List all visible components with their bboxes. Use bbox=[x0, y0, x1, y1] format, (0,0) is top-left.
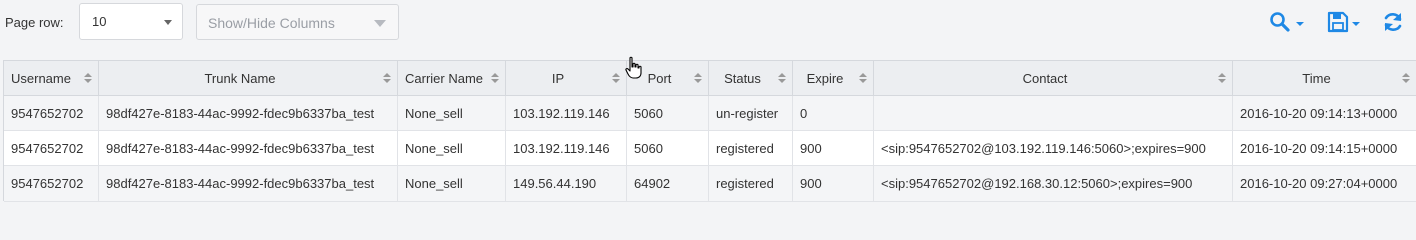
cell-username: 9547652702 bbox=[4, 131, 99, 166]
hand-cursor-icon bbox=[625, 56, 642, 79]
sort-icon[interactable] bbox=[1402, 73, 1410, 84]
column-header-contact[interactable]: Contact bbox=[874, 61, 1233, 96]
page-row-select[interactable]: 10 bbox=[79, 3, 183, 40]
column-header-status[interactable]: Status bbox=[709, 61, 793, 96]
cell-contact: <sip:9547652702@103.192.119.146:5060>;ex… bbox=[874, 131, 1233, 166]
chevron-down-icon bbox=[1352, 22, 1360, 26]
table-row[interactable]: 9547652702 98df427e-8183-44ac-9992-fdec9… bbox=[4, 131, 1416, 166]
refresh-icon bbox=[1384, 13, 1402, 31]
refresh-button[interactable] bbox=[1381, 10, 1405, 34]
sort-icon[interactable] bbox=[84, 73, 92, 84]
page-row-value: 10 bbox=[92, 14, 107, 29]
column-header-label: Carrier Name bbox=[405, 71, 484, 86]
chevron-down-icon bbox=[374, 20, 386, 27]
cell-trunk-name: 98df427e-8183-44ac-9992-fdec9b6337ba_tes… bbox=[99, 131, 398, 166]
column-header-trunk-name[interactable]: Trunk Name bbox=[99, 61, 398, 96]
sort-icon[interactable] bbox=[491, 73, 499, 84]
cell-carrier-name: None_sell bbox=[398, 96, 506, 131]
column-header-label: Trunk Name bbox=[204, 71, 276, 86]
registration-table: Username Trunk Name Carrier Name IP Port… bbox=[3, 60, 1416, 202]
sort-icon[interactable] bbox=[383, 73, 391, 84]
cell-carrier-name: None_sell bbox=[398, 131, 506, 166]
table-row[interactable]: 9547652702 98df427e-8183-44ac-9992-fdec9… bbox=[4, 166, 1416, 202]
cell-contact bbox=[874, 96, 1233, 131]
export-button[interactable] bbox=[1326, 10, 1362, 34]
cell-expire: 0 bbox=[793, 96, 874, 131]
show-hide-columns-placeholder: Show/Hide Columns bbox=[208, 15, 335, 31]
column-header-time[interactable]: Time bbox=[1233, 61, 1416, 96]
cell-time: 2016-10-20 09:14:15+0000 bbox=[1233, 131, 1416, 166]
column-header-label: Contact bbox=[1022, 71, 1068, 86]
cell-ip: 103.192.119.146 bbox=[506, 131, 627, 166]
column-header-label: IP bbox=[551, 71, 565, 86]
cell-status: un-register bbox=[709, 96, 793, 131]
cell-port: 64902 bbox=[627, 166, 709, 202]
column-header-ip[interactable]: IP bbox=[506, 61, 627, 96]
sort-icon[interactable] bbox=[1218, 73, 1226, 84]
search-icon bbox=[1270, 12, 1290, 32]
sort-icon[interactable] bbox=[612, 73, 620, 84]
save-icon bbox=[1327, 11, 1349, 33]
table-row[interactable]: 9547652702 98df427e-8183-44ac-9992-fdec9… bbox=[4, 96, 1416, 131]
cell-port: 5060 bbox=[627, 96, 709, 131]
table-header-row: Username Trunk Name Carrier Name IP Port… bbox=[4, 61, 1416, 96]
cell-ip: 149.56.44.190 bbox=[506, 166, 627, 202]
search-button[interactable] bbox=[1268, 10, 1306, 34]
cell-time: 2016-10-20 09:14:13+0000 bbox=[1233, 96, 1416, 131]
column-header-username[interactable]: Username bbox=[4, 61, 99, 96]
cell-trunk-name: 98df427e-8183-44ac-9992-fdec9b6337ba_tes… bbox=[99, 166, 398, 202]
cell-expire: 900 bbox=[793, 131, 874, 166]
column-header-label: Status bbox=[724, 71, 761, 86]
column-header-carrier-name[interactable]: Carrier Name bbox=[398, 61, 506, 96]
sort-icon[interactable] bbox=[694, 73, 702, 84]
cell-username: 9547652702 bbox=[4, 96, 99, 131]
cell-expire: 900 bbox=[793, 166, 874, 202]
sort-icon[interactable] bbox=[778, 73, 786, 84]
cell-port: 5060 bbox=[627, 131, 709, 166]
show-hide-columns-select[interactable]: Show/Hide Columns bbox=[196, 4, 399, 40]
cell-trunk-name: 98df427e-8183-44ac-9992-fdec9b6337ba_tes… bbox=[99, 96, 398, 131]
column-header-label: Username bbox=[11, 71, 71, 86]
column-header-expire[interactable]: Expire bbox=[793, 61, 874, 96]
column-header-label: Expire bbox=[806, 71, 844, 86]
cell-status: registered bbox=[709, 166, 793, 202]
column-header-label: Port bbox=[647, 71, 672, 86]
cell-contact: <sip:9547652702@192.168.30.12:5060>;expi… bbox=[874, 166, 1233, 202]
cell-ip: 103.192.119.146 bbox=[506, 96, 627, 131]
chevron-down-icon bbox=[164, 20, 172, 25]
cell-username: 9547652702 bbox=[4, 166, 99, 202]
cell-time: 2016-10-20 09:27:04+0000 bbox=[1233, 166, 1416, 202]
sort-icon[interactable] bbox=[859, 73, 867, 84]
cell-status: registered bbox=[709, 131, 793, 166]
column-header-label: Time bbox=[1302, 71, 1331, 86]
chevron-down-icon bbox=[1296, 22, 1304, 26]
cell-carrier-name: None_sell bbox=[398, 166, 506, 202]
toolbar: Page row: 10 Show/Hide Columns bbox=[0, 0, 1416, 48]
page-row-label: Page row: bbox=[5, 15, 64, 30]
